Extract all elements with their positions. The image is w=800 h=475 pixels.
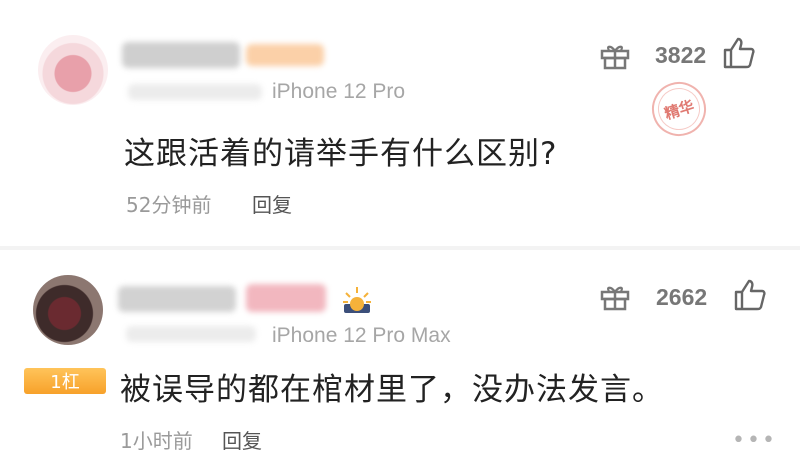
reply-button[interactable]: 回复 bbox=[222, 425, 262, 454]
comment-text: 被误导的都在棺材里了，没办法发言。 bbox=[120, 372, 664, 408]
comment-text: 这跟活着的请举手有什么区别? bbox=[124, 136, 558, 172]
more-icon[interactable]: ••• bbox=[732, 428, 777, 453]
comment-1: iPhone 12 Pro 3822 精华 这跟活着的请举手有什么区别? 52分… bbox=[0, 0, 800, 246]
sun-badge-icon bbox=[343, 287, 371, 313]
rank-badge: 1杠 bbox=[24, 368, 106, 394]
timestamp: 52分钟前 bbox=[126, 193, 212, 217]
thumbs-up-icon[interactable] bbox=[733, 278, 767, 312]
device-label: iPhone 12 Pro Max bbox=[272, 324, 451, 347]
username-blurred[interactable] bbox=[118, 286, 236, 312]
timestamp: 1小时前 bbox=[120, 429, 193, 453]
user-tag-blurred bbox=[246, 284, 326, 312]
gift-icon[interactable] bbox=[600, 42, 630, 70]
user-info-blurred bbox=[128, 84, 262, 100]
thumbs-up-icon[interactable] bbox=[722, 36, 756, 70]
reply-button[interactable]: 回复 bbox=[252, 189, 292, 218]
featured-stamp: 精华 bbox=[644, 74, 714, 144]
avatar[interactable] bbox=[33, 275, 103, 345]
like-count: 3822 bbox=[655, 42, 707, 68]
user-tag-blurred bbox=[246, 44, 324, 66]
avatar[interactable] bbox=[38, 35, 108, 105]
username-blurred[interactable] bbox=[122, 42, 240, 68]
like-count: 2662 bbox=[656, 284, 708, 310]
user-info-blurred bbox=[126, 326, 256, 342]
device-label: iPhone 12 Pro bbox=[272, 80, 406, 103]
gift-icon[interactable] bbox=[600, 283, 630, 311]
